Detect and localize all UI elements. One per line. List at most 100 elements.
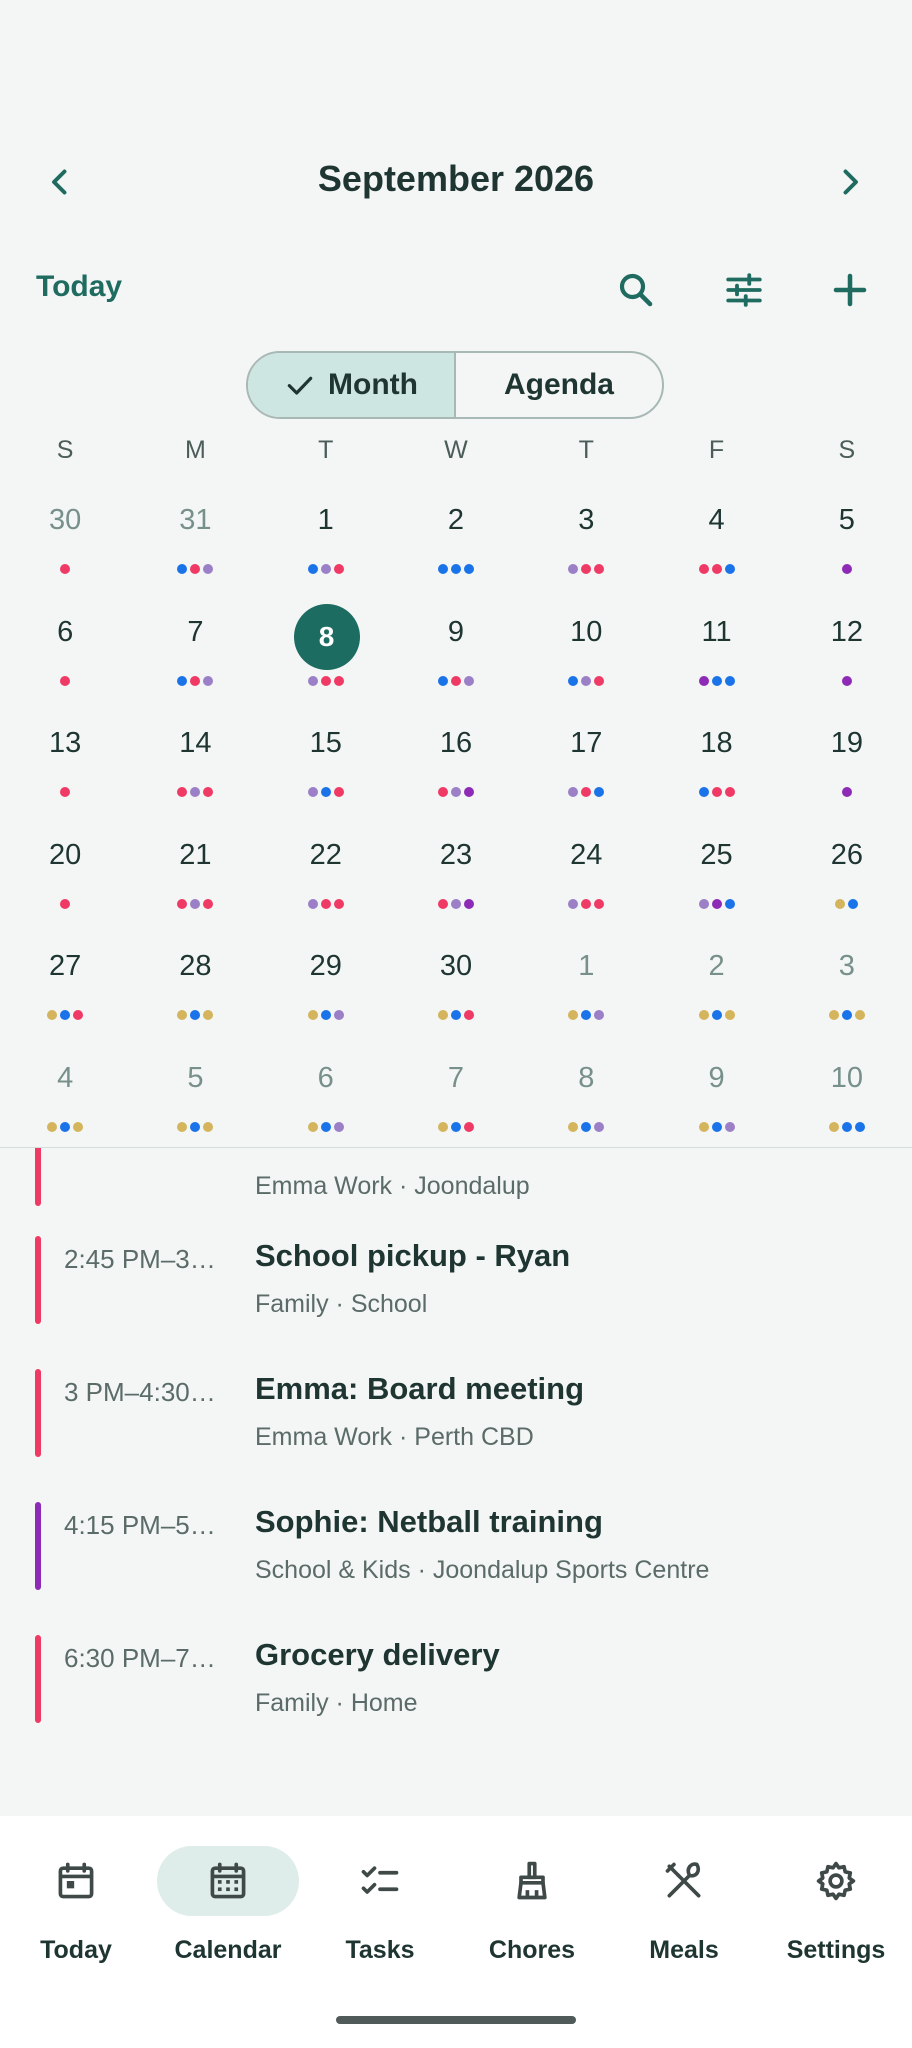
month-view-button[interactable]: Month: [248, 353, 456, 417]
event-color-bar: [35, 1635, 41, 1723]
nav-calendar[interactable]: Calendar: [152, 1846, 304, 1976]
calendar-day-cell[interactable]: 10: [782, 1038, 912, 1150]
calendar-day-cell[interactable]: 8: [521, 1038, 651, 1150]
event-time: 6:30 PM–7…: [64, 1643, 216, 1673]
event-dot: [437, 898, 448, 909]
calendar-day-cell[interactable]: 2: [391, 480, 521, 592]
agenda-view-button[interactable]: Agenda: [456, 353, 662, 417]
calendar-day-cell[interactable]: 25: [651, 815, 781, 927]
nav-tasks[interactable]: Tasks: [304, 1846, 456, 1976]
day-number: 18: [700, 727, 733, 760]
day-number: 9: [708, 1061, 725, 1094]
calendar-day-cell[interactable]: 6: [261, 1038, 391, 1150]
event-subtitle: Family · School: [255, 1290, 428, 1318]
calendar-day-cell[interactable]: 4: [651, 480, 781, 592]
search-button[interactable]: [610, 264, 662, 316]
month-view-label: Month: [328, 368, 418, 401]
calendar-day-cell[interactable]: 28: [130, 926, 260, 1038]
event-dot: [60, 898, 71, 909]
event-item[interactable]: Emma Work · Joondalup: [0, 1148, 912, 1238]
event-item[interactable]: 6:30 PM–7… Grocery delivery Family · Home: [0, 1635, 912, 1755]
calendar-day-cell[interactable]: 12: [782, 592, 912, 704]
event-dots: [521, 1010, 651, 1021]
event-item[interactable]: 2:45 PM–3… School pickup - Ryan Family · S…: [0, 1236, 912, 1356]
day-number: 13: [49, 727, 82, 760]
calendar-day-cell[interactable]: 31: [130, 480, 260, 592]
event-dot: [841, 1121, 852, 1132]
event-title: School pickup - Ryan: [255, 1238, 571, 1273]
filter-button[interactable]: [718, 264, 770, 316]
event-dot: [320, 898, 331, 909]
calendar-day-cell[interactable]: 13: [0, 703, 130, 815]
event-dot: [177, 787, 188, 798]
nav-label: Chores: [488, 1936, 576, 1964]
nav-today[interactable]: Today: [0, 1846, 152, 1976]
calendar-day-cell[interactable]: 2: [651, 926, 781, 1038]
calendar-day-cell[interactable]: 7: [391, 1038, 521, 1150]
calendar-day-cell[interactable]: 17: [521, 703, 651, 815]
nav-label: Tasks: [345, 1936, 415, 1964]
today-button[interactable]: Today: [36, 270, 122, 304]
calendar-day-cell[interactable]: 5: [130, 1038, 260, 1150]
event-dot: [724, 787, 735, 798]
next-month-button[interactable]: [826, 158, 874, 206]
calendar-day-cell[interactable]: 19: [782, 703, 912, 815]
calendar-day-cell[interactable]: 3: [521, 480, 651, 592]
event-dot: [698, 675, 709, 686]
calendar-day-cell[interactable]: 10: [521, 592, 651, 704]
event-dots: [261, 787, 391, 798]
event-dot: [581, 675, 592, 686]
calendar-day-cell[interactable]: 5: [782, 480, 912, 592]
calendar-day-cell[interactable]: 20: [0, 815, 130, 927]
calendar-day-cell[interactable]: 26: [782, 815, 912, 927]
calendar-day-cell[interactable]: 24: [521, 815, 651, 927]
calendar-day-cell[interactable]: 8: [261, 592, 391, 704]
event-dot: [190, 564, 201, 574]
calendar-day-cell[interactable]: 1: [521, 926, 651, 1038]
event-dot: [568, 787, 579, 798]
event-dot: [828, 1121, 839, 1132]
calendar-day-cell[interactable]: 18: [651, 703, 781, 815]
calendar-day-cell[interactable]: 27: [0, 926, 130, 1038]
event-dot: [581, 787, 592, 798]
calendar-day-cell[interactable]: 30: [391, 926, 521, 1038]
home-indicator: [336, 2016, 576, 2024]
event-dot: [333, 675, 344, 686]
calendar-day-cell[interactable]: 16: [391, 703, 521, 815]
calendar-day-cell[interactable]: 9: [651, 1038, 781, 1150]
calendar-day-cell[interactable]: 11: [651, 592, 781, 704]
calendar-day-cell[interactable]: 15: [261, 703, 391, 815]
nav-meals[interactable]: Meals: [608, 1846, 760, 1976]
event-dot: [568, 564, 579, 574]
event-item[interactable]: 3 PM–4:30… Emma: Board meeting Emma Work ·…: [0, 1369, 912, 1489]
calendar-day-cell[interactable]: 29: [261, 926, 391, 1038]
event-item[interactable]: 4:15 PM–5… Sophie: Netball training School…: [0, 1502, 912, 1622]
event-dot: [698, 564, 709, 574]
calendar-day-cell[interactable]: 21: [130, 815, 260, 927]
event-dot: [463, 898, 474, 909]
event-dot: [60, 1121, 71, 1132]
event-dot: [463, 675, 474, 686]
event-color-bar: [35, 1236, 41, 1324]
calendar-day-cell[interactable]: 30: [0, 480, 130, 592]
calendar-day-cell[interactable]: 6: [0, 592, 130, 704]
day-number: 21: [179, 838, 212, 871]
day-number: 3: [838, 950, 855, 983]
add-event-button[interactable]: [824, 264, 876, 316]
calendar-day-cell[interactable]: 7: [130, 592, 260, 704]
event-dot: [848, 898, 859, 909]
event-dot: [711, 787, 722, 798]
event-dot: [450, 1121, 461, 1132]
calendar-day-cell[interactable]: 14: [130, 703, 260, 815]
calendar-day-cell[interactable]: 22: [261, 815, 391, 927]
calendar-day-cell[interactable]: 1: [261, 480, 391, 592]
calendar-day-cell[interactable]: 23: [391, 815, 521, 927]
event-dot: [594, 675, 605, 686]
bottom-navigation: Today Calendar Tasks Chores Meals Settings: [0, 1816, 912, 2048]
calendar-day-cell[interactable]: 9: [391, 592, 521, 704]
calendar-day-cell[interactable]: 4: [0, 1038, 130, 1150]
event-dot: [320, 1121, 331, 1132]
nav-settings[interactable]: Settings: [760, 1846, 912, 1976]
nav-chores[interactable]: Chores: [456, 1846, 608, 1976]
calendar-day-cell[interactable]: 3: [782, 926, 912, 1038]
